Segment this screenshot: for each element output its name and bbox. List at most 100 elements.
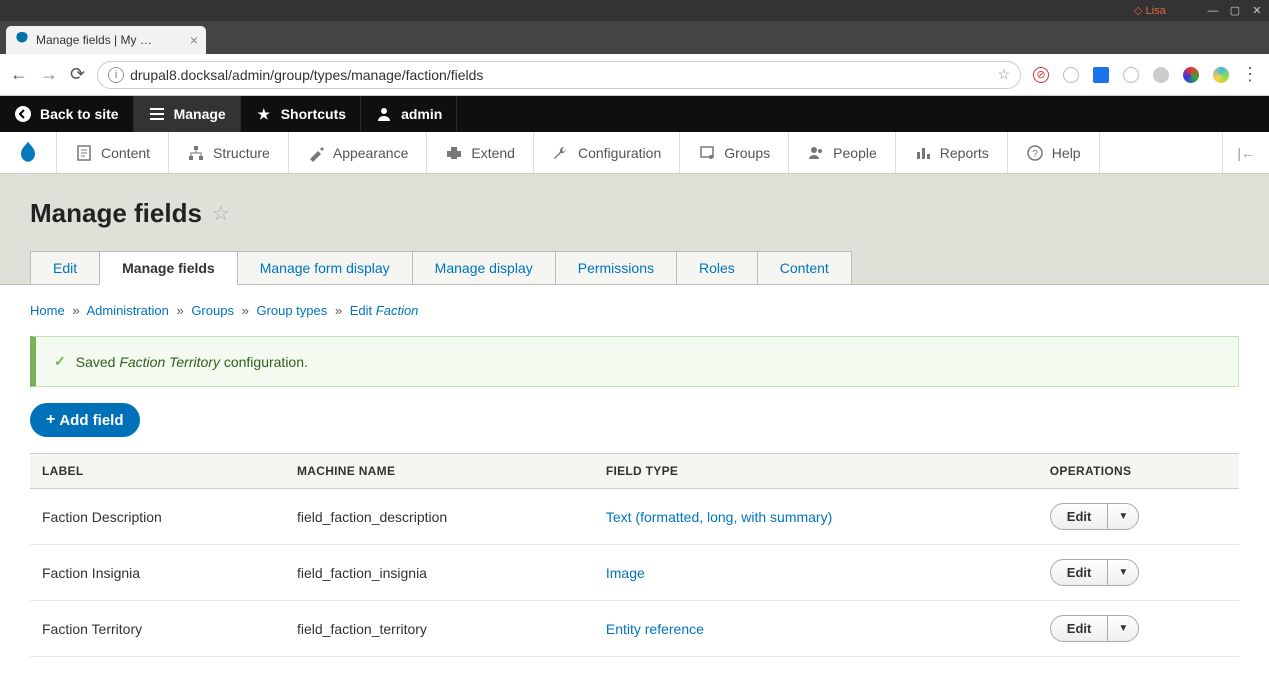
check-icon: ✓ [54, 353, 66, 370]
tab-manage-display[interactable]: Manage display [412, 251, 556, 285]
menu-structure[interactable]: Structure [169, 132, 289, 173]
back-button[interactable]: ← [10, 64, 28, 85]
tab-manage-form-display[interactable]: Manage form display [237, 251, 413, 285]
edit-button[interactable]: Edit [1051, 560, 1109, 585]
address-bar[interactable]: i drupal8.docksal/admin/group/types/mana… [97, 61, 1021, 89]
extension-icon[interactable] [1063, 67, 1079, 83]
forward-button[interactable]: → [40, 64, 58, 85]
dropbutton-toggle[interactable]: ▼ [1108, 504, 1138, 529]
menu-configuration[interactable]: Configuration [534, 132, 680, 173]
shortcut-star-icon[interactable]: ☆ [212, 201, 230, 226]
extension-icon[interactable] [1123, 67, 1139, 83]
dropbutton-toggle[interactable]: ▼ [1108, 616, 1138, 641]
tab-roles[interactable]: Roles [676, 251, 758, 285]
breadcrumb: Home » Administration » Groups » Group t… [30, 303, 1239, 318]
extension-icon[interactable] [1213, 67, 1229, 83]
menu-extend[interactable]: Extend [427, 132, 534, 173]
operations-dropbutton: Edit ▼ [1050, 559, 1139, 586]
drupal-logo-icon [14, 139, 42, 167]
plus-icon: + [46, 411, 55, 429]
field-type-link[interactable]: Text (formatted, long, with summary) [606, 509, 832, 525]
admin-menu: Content Structure Appearance Extend Conf… [0, 132, 1269, 174]
field-type-link[interactable]: Image [606, 565, 645, 581]
cell-machine-name: field_faction_insignia [285, 545, 594, 601]
back-to-site-label: Back to site [40, 106, 119, 122]
back-arrow-icon [14, 105, 32, 123]
minimize-button[interactable]: — [1205, 3, 1221, 19]
menu-help[interactable]: ?Help [1008, 132, 1100, 173]
primary-tabs: Edit Manage fields Manage form display M… [30, 251, 1239, 285]
close-window-button[interactable]: ✕ [1249, 3, 1265, 19]
operations-dropbutton: Edit ▼ [1050, 503, 1139, 530]
cell-machine-name: field_faction_description [285, 489, 594, 545]
reload-button[interactable]: ⟳ [70, 64, 85, 85]
extend-icon [445, 144, 463, 162]
menu-people[interactable]: People [789, 132, 896, 173]
appearance-icon [307, 144, 325, 162]
status-message: ✓ Saved Faction Territory configuration. [30, 336, 1239, 387]
extension-icon[interactable] [1183, 67, 1199, 83]
drupal-home-button[interactable] [0, 132, 57, 173]
os-titlebar: ◇ Lisa — ▢ ✕ [0, 0, 1269, 21]
table-row: Faction Insignia field_faction_insignia … [30, 545, 1239, 601]
breadcrumb-home[interactable]: Home [30, 303, 65, 318]
svg-text:?: ? [1032, 149, 1038, 160]
tab-edit[interactable]: Edit [30, 251, 100, 285]
drupal-favicon-icon [14, 32, 30, 48]
tab-content[interactable]: Content [757, 251, 852, 285]
content-region: Home » Administration » Groups » Group t… [0, 285, 1269, 675]
user-label: admin [401, 106, 442, 122]
manage-button[interactable]: Manage [134, 96, 241, 132]
browser-menu-icon[interactable]: ⋮ [1241, 64, 1259, 85]
menu-reports[interactable]: Reports [896, 132, 1008, 173]
structure-icon [187, 144, 205, 162]
menu-content[interactable]: Content [57, 132, 169, 173]
tab-manage-fields[interactable]: Manage fields [99, 251, 238, 285]
hamburger-icon [148, 105, 166, 123]
cell-label: Faction Territory [30, 601, 285, 657]
reports-icon [914, 144, 932, 162]
status-message-text: Saved Faction Territory configuration. [76, 354, 308, 370]
people-icon [807, 144, 825, 162]
shortcuts-button[interactable]: ★ Shortcuts [241, 96, 361, 132]
col-machine-name: MACHINE NAME [285, 454, 594, 489]
star-icon: ★ [255, 105, 273, 123]
extension-icon[interactable] [1093, 67, 1109, 83]
user-menu-button[interactable]: admin [361, 96, 457, 132]
collapse-toolbar-button[interactable]: |← [1222, 132, 1269, 173]
operations-dropbutton: Edit ▼ [1050, 615, 1139, 642]
help-icon: ? [1026, 144, 1044, 162]
extension-icon[interactable]: ⊘ [1033, 67, 1049, 83]
dropbutton-toggle[interactable]: ▼ [1108, 560, 1138, 585]
breadcrumb-administration[interactable]: Administration [86, 303, 168, 318]
menu-appearance[interactable]: Appearance [289, 132, 428, 173]
browser-tab[interactable]: Manage fields | My … × [6, 26, 206, 54]
page-title: Manage fields [30, 198, 202, 229]
url-text: drupal8.docksal/admin/group/types/manage… [130, 67, 483, 83]
breadcrumb-groups[interactable]: Groups [191, 303, 234, 318]
manage-label: Manage [174, 106, 226, 122]
col-field-type: FIELD TYPE [594, 454, 1038, 489]
site-info-icon[interactable]: i [108, 67, 124, 83]
person-icon [375, 105, 393, 123]
bookmark-star-icon[interactable]: ☆ [997, 66, 1010, 83]
maximize-button[interactable]: ▢ [1227, 3, 1243, 19]
back-to-site-button[interactable]: Back to site [0, 96, 134, 132]
edit-button[interactable]: Edit [1051, 616, 1109, 641]
fields-table: LABEL MACHINE NAME FIELD TYPE OPERATIONS… [30, 453, 1239, 657]
extension-icons: ⊘ [1033, 67, 1229, 83]
breadcrumb-edit[interactable]: Edit Faction [350, 303, 419, 318]
field-type-link[interactable]: Entity reference [606, 621, 704, 637]
add-field-label: Add field [59, 412, 123, 429]
admin-toolbar: Back to site Manage ★ Shortcuts admin [0, 96, 1269, 132]
groups-icon [698, 144, 716, 162]
add-field-button[interactable]: +Add field [30, 403, 140, 437]
edit-button[interactable]: Edit [1051, 504, 1109, 529]
extension-icon[interactable] [1153, 67, 1169, 83]
page-header-region: Manage fields ☆ Edit Manage fields Manag… [0, 174, 1269, 285]
cell-label: Faction Insignia [30, 545, 285, 601]
tab-permissions[interactable]: Permissions [555, 251, 677, 285]
menu-groups[interactable]: Groups [680, 132, 789, 173]
breadcrumb-group-types[interactable]: Group types [256, 303, 327, 318]
tab-close-icon[interactable]: × [190, 32, 198, 48]
